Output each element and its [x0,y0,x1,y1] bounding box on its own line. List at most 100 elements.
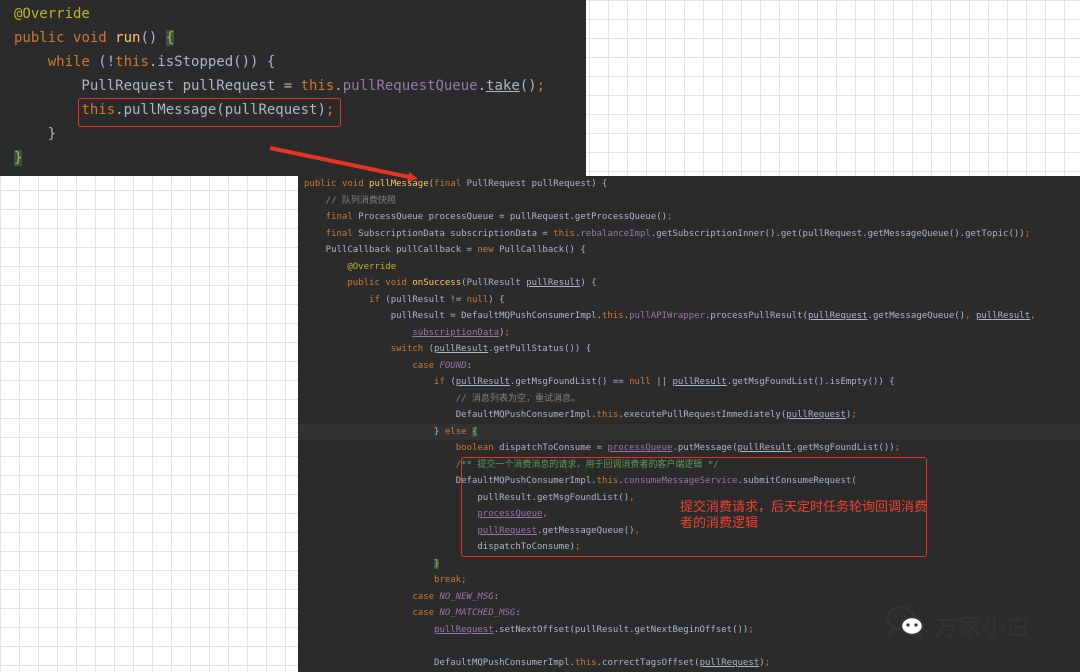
code-token: PullRequest pullRequest = [14,78,301,94]
code-token: .getPullStatus()) { [488,344,592,354]
code-token: ProcessQueue processQueue = pullRequest.… [358,212,668,222]
code-token: final [304,212,359,222]
code-token: this [553,228,575,239]
code-token: public [304,278,386,288]
code-token: // 消息列表为空，重试消息。 [304,393,580,404]
code-token: onSuccess [412,278,462,288]
code-token: pullAPIWrapper [629,311,705,321]
code-token: } [434,558,440,569]
code-token: null [629,377,657,387]
code-token: FOUND [439,360,467,371]
code-line: // 消息列表为空，重试消息。 [298,391,1080,408]
code-token: () [519,78,537,94]
code-line: pullResult = DefaultMQPushConsumerImpl.t… [298,308,1080,325]
code-line: DefaultMQPushConsumerImpl.this.executePu… [298,407,1080,424]
code-token: ; [1024,228,1031,239]
code-line: final ProcessQueue processQueue = pullRe… [298,209,1080,226]
code-token: if [304,294,386,305]
code-token: (pullResult != [385,294,467,305]
code-token: . [334,78,343,94]
code-token: new [477,245,500,255]
code-token: , [965,311,976,321]
code-token: rebalanceImpl [580,228,651,239]
code-token: pullResult [737,443,792,453]
code-token: , [1030,311,1036,321]
code-line: break; [298,572,1080,589]
code-token: ; [748,624,754,635]
code-token: public [14,30,74,46]
code-line: DefaultMQPushConsumerImpl.this.correctTa… [298,655,1080,672]
code-token: this [300,78,335,94]
code-token: case [304,591,440,602]
code-token: pullRequest [786,410,846,420]
code-token: .putMessage( [672,443,738,453]
code-token: .getMsgFoundList()) [791,443,895,453]
brand-name: 方家小白 [934,612,1030,641]
code-line: case FOUND: [298,358,1080,375]
code-token: final [304,228,359,239]
code-token: this [596,410,619,420]
code-token: pullRequest [807,311,868,321]
code-token: .isStopped()) { [148,54,276,70]
code-token: ) { [488,294,505,305]
code-line: @Override [298,259,1080,276]
code-line: switch (pullResult.getPullStatus()) { [298,341,1080,358]
code-token: take [486,78,520,94]
code-token: ; [504,327,510,338]
code-token: void [341,179,370,189]
code-token: .processPullResult( [704,311,808,321]
code-token: .getMsgFoundList() == [509,377,630,387]
code-token: pullResult [455,377,510,387]
code-token: pullResult = DefaultMQPushConsumerImpl. [304,311,603,321]
code-line: boolean dispatchToConsume = processQueue… [298,440,1080,457]
code-line: PullCallback pullCallback = new PullCall… [298,242,1080,259]
code-token: case [304,360,440,371]
code-token: pullRequestQueue [342,78,478,94]
code-line: } [298,556,1080,573]
code-token: NO_NEW_MSG [439,591,494,602]
code-token: processQueue [607,443,673,453]
code-line: } else { [298,423,1080,440]
code-token: if [304,377,451,387]
code-token: . [477,78,487,94]
code-token: NO_MATCHED_MSG [439,608,516,618]
code-token: || [656,377,673,387]
code-token: pullResult [975,311,1031,321]
code-token: subscriptionData [412,327,500,338]
code-token: ; [536,78,546,94]
code-token: .getSubscriptionInner().get(pullRequest.… [650,228,1025,239]
code-line: PullRequest pullRequest = this.pullReque… [0,74,586,98]
code-token: case [304,608,440,618]
code-line: while (!this.isStopped()) { [0,50,586,74]
code-token: void [73,30,116,46]
code-token: void [385,278,413,288]
code-token: PullRequest pullRequest) { [466,179,608,189]
highlight-box-pull-message-call [78,98,341,127]
code-token: : [466,360,472,371]
code-line: } [0,146,586,170]
code-token: public [304,179,342,189]
code-token: .setNextOffset(pullResult.getNextBeginOf… [493,624,749,635]
code-token: break; [304,575,467,585]
code-token: } [14,150,23,166]
wechat-icon [886,605,926,643]
code-token: run [115,30,141,46]
code-token: () [140,30,166,46]
annotation-note: 提交消费请求，后天定时任务轮询回调消费者的消费逻辑 [680,500,928,531]
code-token: .getMsgFoundList().isEmpty()) { [726,377,895,387]
code-token: pullMessage [369,179,429,189]
code-token: else [444,426,472,437]
code-token: : [515,608,521,618]
code-token: pullResult [526,278,581,288]
code-line: final SubscriptionData subscriptionData … [298,226,1080,243]
code-token: this [115,54,149,70]
code-token: this [574,657,597,668]
code-token: DefaultMQPushConsumerImpl. [304,657,575,668]
code-token: .getMessageQueue() [867,311,966,321]
code-token: pullRequest [434,624,494,635]
